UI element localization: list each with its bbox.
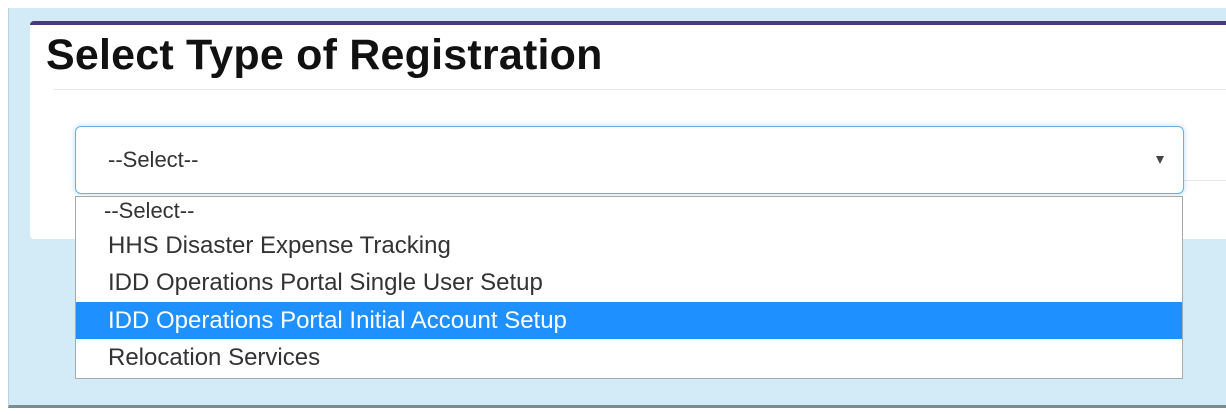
option-idd-single-user-setup[interactable]: IDD Operations Portal Single User Setup — [76, 264, 1182, 301]
option-hhs-disaster-expense-tracking[interactable]: HHS Disaster Expense Tracking — [76, 227, 1182, 264]
header-divider — [54, 89, 1226, 90]
panel-title: Select Type of Registration — [46, 31, 603, 79]
option-idd-initial-account-setup[interactable]: IDD Operations Portal Initial Account Se… — [76, 302, 1182, 339]
registration-type-select[interactable]: --Select-- — [75, 126, 1184, 194]
registration-type-dropdown[interactable]: --Select-- HHS Disaster Expense Tracking… — [75, 196, 1183, 379]
registration-type-select-value: --Select-- — [108, 147, 199, 172]
option-relocation-services[interactable]: Relocation Services — [76, 339, 1182, 376]
caret-down-icon — [1156, 156, 1164, 164]
option-select-placeholder[interactable]: --Select-- — [76, 195, 1182, 227]
